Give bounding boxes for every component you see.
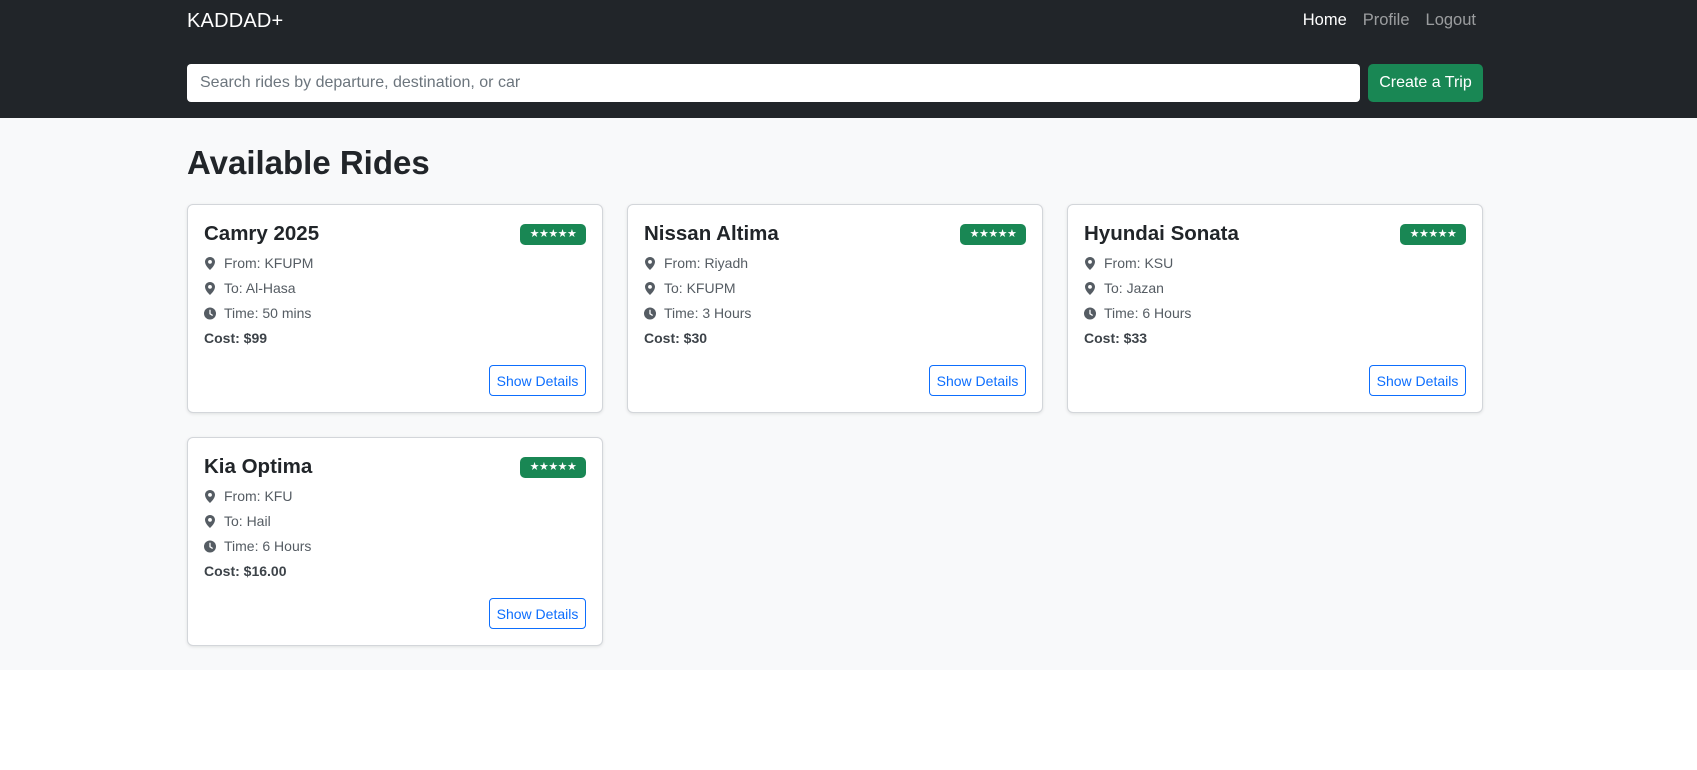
map-pin-icon [204,256,216,270]
ride-card: Nissan Altima ★★★★★ From: Riyadh To: KFU… [627,204,1043,413]
rating-badge: ★★★★★ [520,457,586,478]
to-text: To: KFUPM [664,280,736,296]
time-text: Time: 50 mins [224,305,312,321]
cost-line: Cost: $33 [1084,330,1147,346]
map-pin-icon [1084,256,1096,270]
cost-label: Cost: [644,330,680,346]
cost-line: Cost: $99 [204,330,267,346]
show-details-button[interactable]: Show Details [489,598,586,629]
to-text: To: Jazan [1104,280,1164,296]
to-line: To: Hail [204,513,271,529]
map-pin-icon [644,281,656,295]
cost-line: Cost: $16.00 [204,563,287,579]
from-line: From: Riyadh [644,255,748,271]
cost-label: Cost: [1084,330,1120,346]
map-pin-icon [204,514,216,528]
rating-badge: ★★★★★ [520,224,586,245]
clock-icon [204,307,216,320]
to-line: To: Jazan [1084,280,1164,296]
nav-links: Home Profile Logout [1303,11,1476,30]
ride-card: Camry 2025 ★★★★★ From: KFUPM To: Al-Hasa… [187,204,603,413]
ride-card: Hyundai Sonata ★★★★★ From: KSU To: Jazan… [1067,204,1483,413]
page-title: Available Rides [187,144,430,181]
cost-value: $99 [243,330,268,346]
time-text: Time: 6 Hours [1104,305,1192,321]
map-pin-icon [1084,281,1096,295]
clock-icon [204,540,216,553]
brand-logo[interactable]: KADDAD+ [187,10,283,33]
top-navbar: KADDAD+ Home Profile Logout Create a Tri… [0,0,1697,118]
rating-badge: ★★★★★ [1400,224,1466,245]
car-name: Kia Optima [204,455,313,478]
time-text: Time: 6 Hours [224,538,312,554]
ride-card: Kia Optima ★★★★★ From: KFU To: Hail Time… [187,437,603,646]
show-details-button[interactable]: Show Details [1369,365,1466,396]
show-details-button[interactable]: Show Details [489,365,586,396]
clock-icon [1084,307,1096,320]
to-line: To: Al-Hasa [204,280,296,296]
from-text: From: KFU [224,488,293,504]
cost-value: $33 [1123,330,1148,346]
cost-label: Cost: [204,330,240,346]
time-line: Time: 3 Hours [644,305,751,321]
rides-grid: Camry 2025 ★★★★★ From: KFUPM To: Al-Hasa… [187,204,1484,646]
to-text: To: Al-Hasa [224,280,296,296]
rating-badge: ★★★★★ [960,224,1026,245]
car-name: Camry 2025 [204,222,320,245]
from-line: From: KSU [1084,255,1173,271]
clock-icon [644,307,656,320]
car-name: Nissan Altima [644,222,779,245]
nav-link-home[interactable]: Home [1303,11,1347,30]
from-text: From: Riyadh [664,255,749,271]
search-input[interactable] [187,64,1360,102]
map-pin-icon [204,281,216,295]
time-line: Time: 6 Hours [1084,305,1191,321]
from-text: From: KSU [1104,255,1174,271]
main-content: Available Rides Camry 2025 ★★★★★ From: K… [0,118,1697,670]
nav-link-logout[interactable]: Logout [1426,11,1476,30]
time-line: Time: 50 mins [204,305,311,321]
map-pin-icon [204,489,216,503]
to-line: To: KFUPM [644,280,736,296]
time-line: Time: 6 Hours [204,538,311,554]
map-pin-icon [644,256,656,270]
nav-link-profile[interactable]: Profile [1363,11,1410,30]
show-details-button[interactable]: Show Details [929,365,1026,396]
cost-label: Cost: [204,563,240,579]
cost-value: $16.00 [243,563,287,579]
time-text: Time: 3 Hours [664,305,752,321]
cost-value: $30 [683,330,708,346]
car-name: Hyundai Sonata [1084,222,1239,245]
cost-line: Cost: $30 [644,330,707,346]
to-text: To: Hail [224,513,271,529]
from-line: From: KFUPM [204,255,313,271]
from-text: From: KFUPM [224,255,314,271]
from-line: From: KFU [204,488,292,504]
create-trip-button[interactable]: Create a Trip [1368,64,1483,102]
